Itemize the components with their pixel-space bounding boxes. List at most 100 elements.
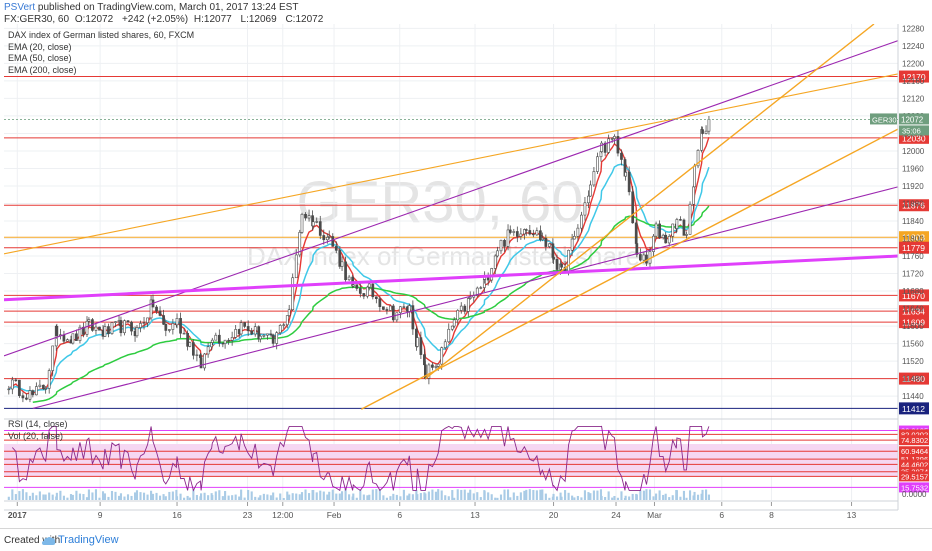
volume-bar	[62, 495, 65, 500]
vol-label: Vol (20, false)	[8, 431, 63, 441]
candle-body	[318, 221, 322, 236]
candle-body	[175, 318, 179, 326]
volume-bar	[701, 489, 704, 500]
candle-body	[351, 284, 355, 287]
time-tick: 20	[549, 510, 559, 520]
volume-bar	[298, 494, 301, 500]
candle-body	[443, 341, 447, 348]
volume-bar	[328, 491, 331, 500]
candle-body	[555, 259, 559, 270]
volume-bar	[451, 490, 454, 500]
volume-bar	[238, 496, 241, 500]
volume-bar	[195, 494, 198, 500]
candle-body	[195, 354, 199, 356]
volume-bar	[218, 490, 221, 500]
candle-body	[347, 276, 351, 281]
candle-body	[239, 322, 243, 335]
volume-bar	[344, 489, 347, 500]
price-tick: 11760	[902, 252, 924, 261]
candle-body	[221, 342, 225, 345]
volume-bar	[416, 494, 419, 500]
chart-canvas[interactable]: GER30, 60 DAX index of German listed sha…	[0, 0, 932, 528]
volume-bar	[368, 494, 371, 500]
candle-body	[31, 390, 35, 396]
candle-body	[402, 306, 406, 308]
legend-ema50[interactable]: EMA (50, close)	[8, 53, 194, 65]
legend-ema20[interactable]: EMA (20, close)	[8, 42, 194, 54]
last-price-value: 12072	[901, 115, 924, 124]
volume-axis-label: 0.0000	[902, 490, 927, 499]
volume-bar	[655, 493, 658, 500]
volume-bar	[385, 497, 388, 500]
volume-bar	[352, 493, 355, 500]
volume-bar	[567, 492, 570, 500]
volume-bar	[652, 496, 655, 500]
volume-bar	[247, 489, 250, 500]
volume-bar	[282, 497, 285, 500]
candle-body	[179, 318, 182, 334]
legend-ema200[interactable]: EMA (200, close)	[8, 65, 194, 77]
time-tick: 23	[243, 510, 253, 520]
volume-bar	[42, 494, 45, 500]
candle-body	[139, 323, 142, 328]
volume-bar	[85, 497, 89, 500]
volume-bar	[648, 489, 652, 500]
candle-body	[331, 236, 335, 247]
tradingview-logo[interactable]: TradingView	[58, 534, 119, 546]
candle-body	[436, 363, 440, 367]
volume-bar	[668, 497, 671, 500]
candle-body	[362, 293, 366, 297]
candle-body	[44, 388, 48, 390]
volume-bar	[186, 495, 189, 500]
candle-body	[654, 223, 658, 237]
volume-bar	[671, 495, 674, 500]
candle-body	[340, 261, 344, 267]
price-tick: 11680	[902, 287, 924, 296]
price-tick: 12240	[902, 42, 925, 51]
volume-bar	[541, 489, 544, 500]
candle-body	[158, 310, 162, 316]
candle-body	[552, 257, 555, 260]
candle-body	[596, 156, 599, 172]
candle-body	[186, 332, 189, 347]
volume-bar	[447, 496, 450, 500]
candle-body	[634, 222, 638, 244]
candle-body	[587, 195, 590, 204]
volume-bar	[453, 497, 456, 500]
volume-bar	[269, 495, 272, 500]
candle-body	[627, 172, 631, 193]
candle-body	[434, 366, 438, 368]
candle-body	[10, 379, 14, 390]
volume-bar	[322, 491, 325, 500]
volume-bar	[300, 492, 304, 500]
volume-bar	[512, 492, 515, 500]
candle-body	[493, 255, 497, 269]
candle-body	[610, 138, 614, 140]
volume-bar	[523, 490, 526, 500]
candle-body	[18, 379, 21, 396]
candle-body	[164, 323, 168, 331]
volume-bar	[399, 496, 402, 500]
volume-bar	[312, 489, 315, 500]
candle-body	[576, 227, 580, 237]
candle-body	[71, 333, 75, 344]
volume-bar	[94, 489, 98, 500]
candle-body	[146, 317, 149, 324]
price-tick: 11920	[902, 182, 924, 191]
volume-bar	[535, 490, 538, 500]
volume-bar	[483, 491, 486, 500]
candle-body	[7, 388, 11, 391]
volume-bar	[78, 493, 81, 500]
volume-bar	[411, 494, 414, 500]
candle-body	[28, 390, 32, 400]
volume-bar	[103, 493, 106, 500]
candle-body	[642, 254, 646, 261]
volume-bar	[592, 490, 595, 500]
volume-bar	[460, 489, 463, 500]
volume-bar	[266, 494, 269, 500]
volume-bar	[35, 495, 38, 500]
volume-bar	[240, 489, 243, 500]
volume-bar	[583, 490, 586, 500]
volume-bar	[38, 491, 41, 500]
volume-bar	[338, 493, 341, 500]
